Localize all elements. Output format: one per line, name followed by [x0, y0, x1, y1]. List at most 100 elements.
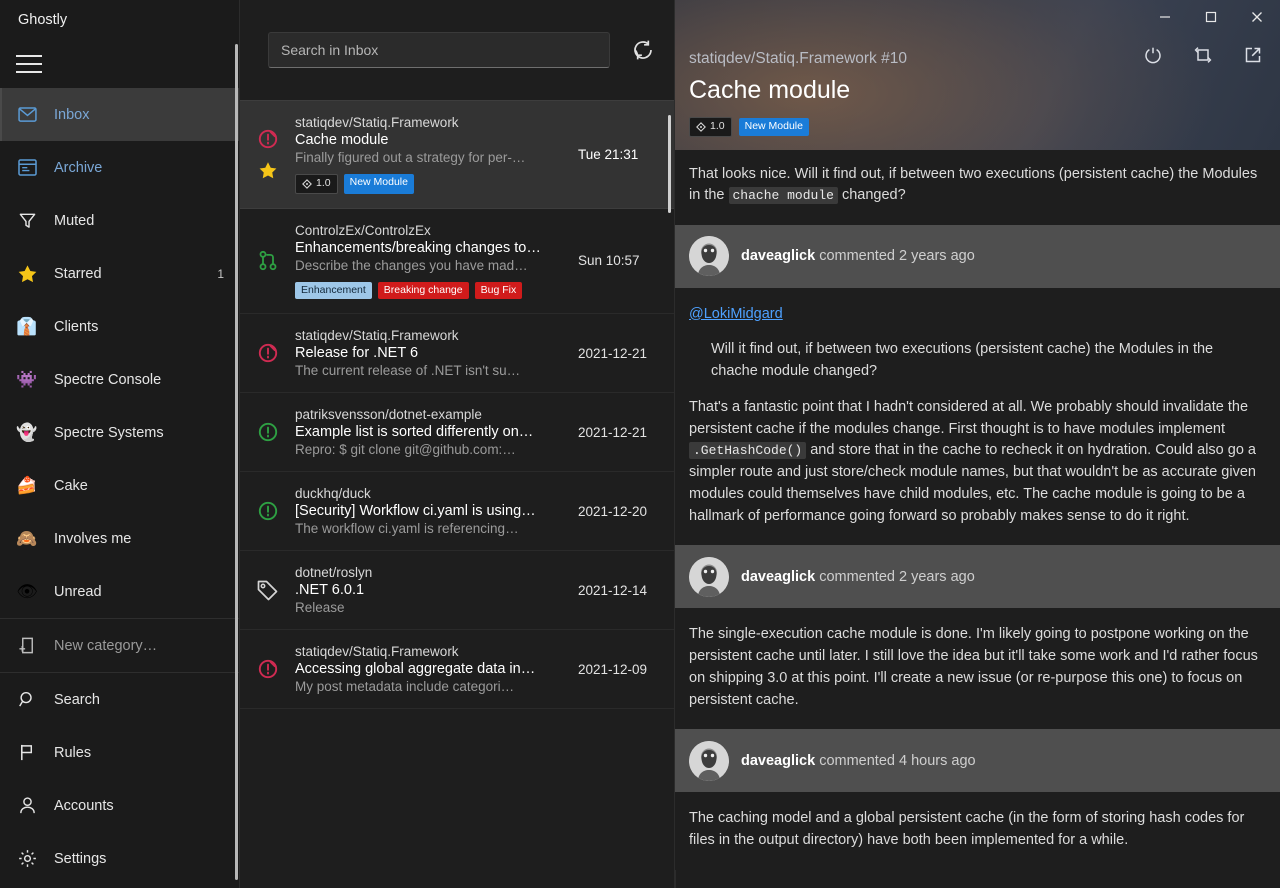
- message-date: Sun 10:57: [578, 253, 640, 269]
- comment-timestamp: commented 4 hours ago: [819, 752, 976, 769]
- detail-title: Cache module: [689, 76, 851, 104]
- mark-read-button[interactable]: [1178, 38, 1228, 72]
- message-list-item[interactable]: ControlzEx/ControlzEx Enhancements/break…: [240, 209, 674, 315]
- close-button[interactable]: [1234, 0, 1280, 34]
- sidebar-item-label: Archive: [54, 159, 103, 176]
- sidebar-item-inbox[interactable]: Inbox: [0, 88, 240, 141]
- message-list-item[interactable]: patriksvensson/dotnet-example Example li…: [240, 393, 674, 473]
- sidebar-item-label: Spectre Systems: [54, 424, 164, 441]
- issue-closed-icon: [257, 658, 279, 685]
- search-row: [240, 0, 674, 100]
- app-title: Ghostly: [18, 12, 68, 28]
- message-repo: ControlzEx/ControlzEx: [295, 222, 431, 238]
- sidebar-item-label: Accounts: [54, 797, 114, 814]
- maximize-button[interactable]: [1188, 0, 1234, 34]
- sidebar-item-cake[interactable]: 🍰 Cake: [0, 459, 240, 512]
- comment-timestamp: commented 2 years ago: [819, 568, 975, 585]
- sidebar-item-archive[interactable]: Archive: [0, 141, 240, 194]
- sidebar-nav: Inbox Archive Muted Starred 1 👔 Clients …: [0, 88, 240, 888]
- message-list-item[interactable]: statiqdev/Statiq.Framework Accessing glo…: [240, 630, 674, 710]
- sidebar-item-settings[interactable]: Settings: [0, 832, 240, 885]
- message-list-item[interactable]: statiqdev/Statiq.Framework Release for .…: [240, 314, 674, 394]
- minimize-icon: [1160, 16, 1170, 18]
- sidebar-item-search[interactable]: Search: [0, 673, 240, 726]
- open-external-icon: [1245, 47, 1261, 63]
- message-tags: 1.0 New Module: [295, 174, 572, 194]
- milestone-label: 1.0: [710, 120, 725, 132]
- sidebar-item-spectre-console[interactable]: 👾 Spectre Console: [0, 353, 240, 406]
- label-badge: New Module: [343, 174, 414, 194]
- sidebar-item-unread[interactable]: 👁 Unread: [0, 565, 240, 618]
- star-icon[interactable]: [258, 161, 278, 185]
- window-controls: [1142, 0, 1280, 34]
- sidebar-item-spectre-systems[interactable]: 👻 Spectre Systems: [0, 406, 240, 459]
- mark-read-icon: [1194, 47, 1212, 63]
- message-repo: dotnet/roslyn: [295, 565, 373, 581]
- refresh-icon: [634, 40, 652, 60]
- message-title: .NET 6.0.1: [295, 582, 365, 599]
- message-icons: [240, 565, 295, 615]
- sidebar-item-starred[interactable]: Starred 1: [0, 247, 240, 300]
- maximize-icon: [1205, 11, 1217, 23]
- issue-body-part2: changed?: [837, 187, 906, 204]
- issue-body: That looks nice. Will it find out, if be…: [675, 150, 1280, 225]
- message-date: 2021-12-21: [578, 424, 648, 440]
- sidebar-item-accounts[interactable]: Accounts: [0, 779, 240, 832]
- search-input[interactable]: [281, 42, 597, 58]
- message-content: statiqdev/Statiq.Framework Release for .…: [295, 328, 578, 378]
- message-item-scrollbar[interactable]: [668, 115, 671, 213]
- reload-button[interactable]: [1128, 38, 1178, 72]
- message-repo: statiqdev/Statiq.Framework: [295, 328, 459, 344]
- minimize-button[interactable]: [1142, 0, 1188, 34]
- comment-body: The single-execution cache module is don…: [675, 608, 1280, 730]
- search-icon: [14, 688, 40, 712]
- message-snippet: Finally figured out a strategy for per-…: [295, 150, 526, 165]
- message-list-pane: statiqdev/Statiq.Framework Cache module …: [240, 0, 675, 888]
- sidebar-item-new-category[interactable]: New category…: [0, 619, 240, 672]
- message-list-item[interactable]: dotnet/roslyn .NET 6.0.1 Release 2021-12…: [240, 551, 674, 631]
- open-external-button[interactable]: [1228, 38, 1278, 72]
- sidebar-scrollbar[interactable]: [235, 44, 238, 880]
- message-list-item[interactable]: duckhq/duck [Security] Workflow ci.yaml …: [240, 472, 674, 552]
- necktie-icon: 👔: [16, 317, 38, 336]
- sidebar-item-clients[interactable]: 👔 Clients: [0, 300, 240, 353]
- search-input-wrapper[interactable]: [268, 32, 610, 68]
- sidebar-item-label: Rules: [54, 744, 92, 761]
- hamburger-menu-icon[interactable]: [16, 55, 42, 73]
- app-window: Ghostly Inbox Archive Muted Starred 1 👔 …: [0, 0, 1280, 888]
- avatar: [689, 556, 729, 597]
- sidebar-item-label: Spectre Console: [54, 371, 162, 388]
- sidebar-item-involves-me[interactable]: 🙈 Involves me: [0, 512, 240, 565]
- refresh-list-button[interactable]: [628, 35, 658, 65]
- message-snippet: The workflow ci.yaml is referencing…: [295, 521, 519, 537]
- sidebar-item-label: Clients: [54, 318, 99, 335]
- milestone-label: 1.0: [316, 177, 331, 189]
- sidebar-item-rules[interactable]: Rules: [0, 726, 240, 779]
- sidebar-item-muted[interactable]: Muted: [0, 194, 240, 247]
- ghost-icon: 👻: [16, 423, 38, 442]
- message-icons: [240, 407, 295, 457]
- message-icons: [240, 486, 295, 536]
- gear-icon: [14, 847, 40, 871]
- comment-author: daveaglick: [741, 752, 816, 769]
- person-icon: [14, 794, 40, 818]
- sidebar-item-label: Muted: [54, 212, 95, 229]
- message-title: Example list is sorted differently on…: [295, 424, 534, 441]
- star-icon: [14, 262, 40, 286]
- message-repo: statiqdev/Statiq.Framework: [295, 644, 459, 660]
- message-icons: [240, 115, 295, 194]
- issue-open-icon: [257, 421, 279, 448]
- message-list-item[interactable]: statiqdev/Statiq.Framework Cache module …: [240, 100, 674, 213]
- message-list[interactable]: statiqdev/Statiq.Framework Cache module …: [240, 100, 674, 888]
- detail-scroll-area[interactable]: That looks nice. Will it find out, if be…: [675, 150, 1280, 888]
- alien-monster-icon: 👾: [16, 370, 38, 389]
- sidebar-item-count: 1: [217, 266, 224, 281]
- message-title: [Security] Workflow ci.yaml is using…: [295, 503, 536, 520]
- comment-header: daveaglick commented 4 hours ago: [675, 729, 1280, 793]
- refresh-icon: [1145, 47, 1161, 64]
- milestone-badge: 1.0: [295, 174, 338, 194]
- mention-link[interactable]: @LokiMidgard: [689, 306, 783, 322]
- comment-header: daveaglick commented 2 years ago: [675, 545, 1280, 609]
- comment-text-part1: That's a fantastic point that I hadn't c…: [689, 398, 1249, 437]
- detail-actions: [1128, 38, 1278, 72]
